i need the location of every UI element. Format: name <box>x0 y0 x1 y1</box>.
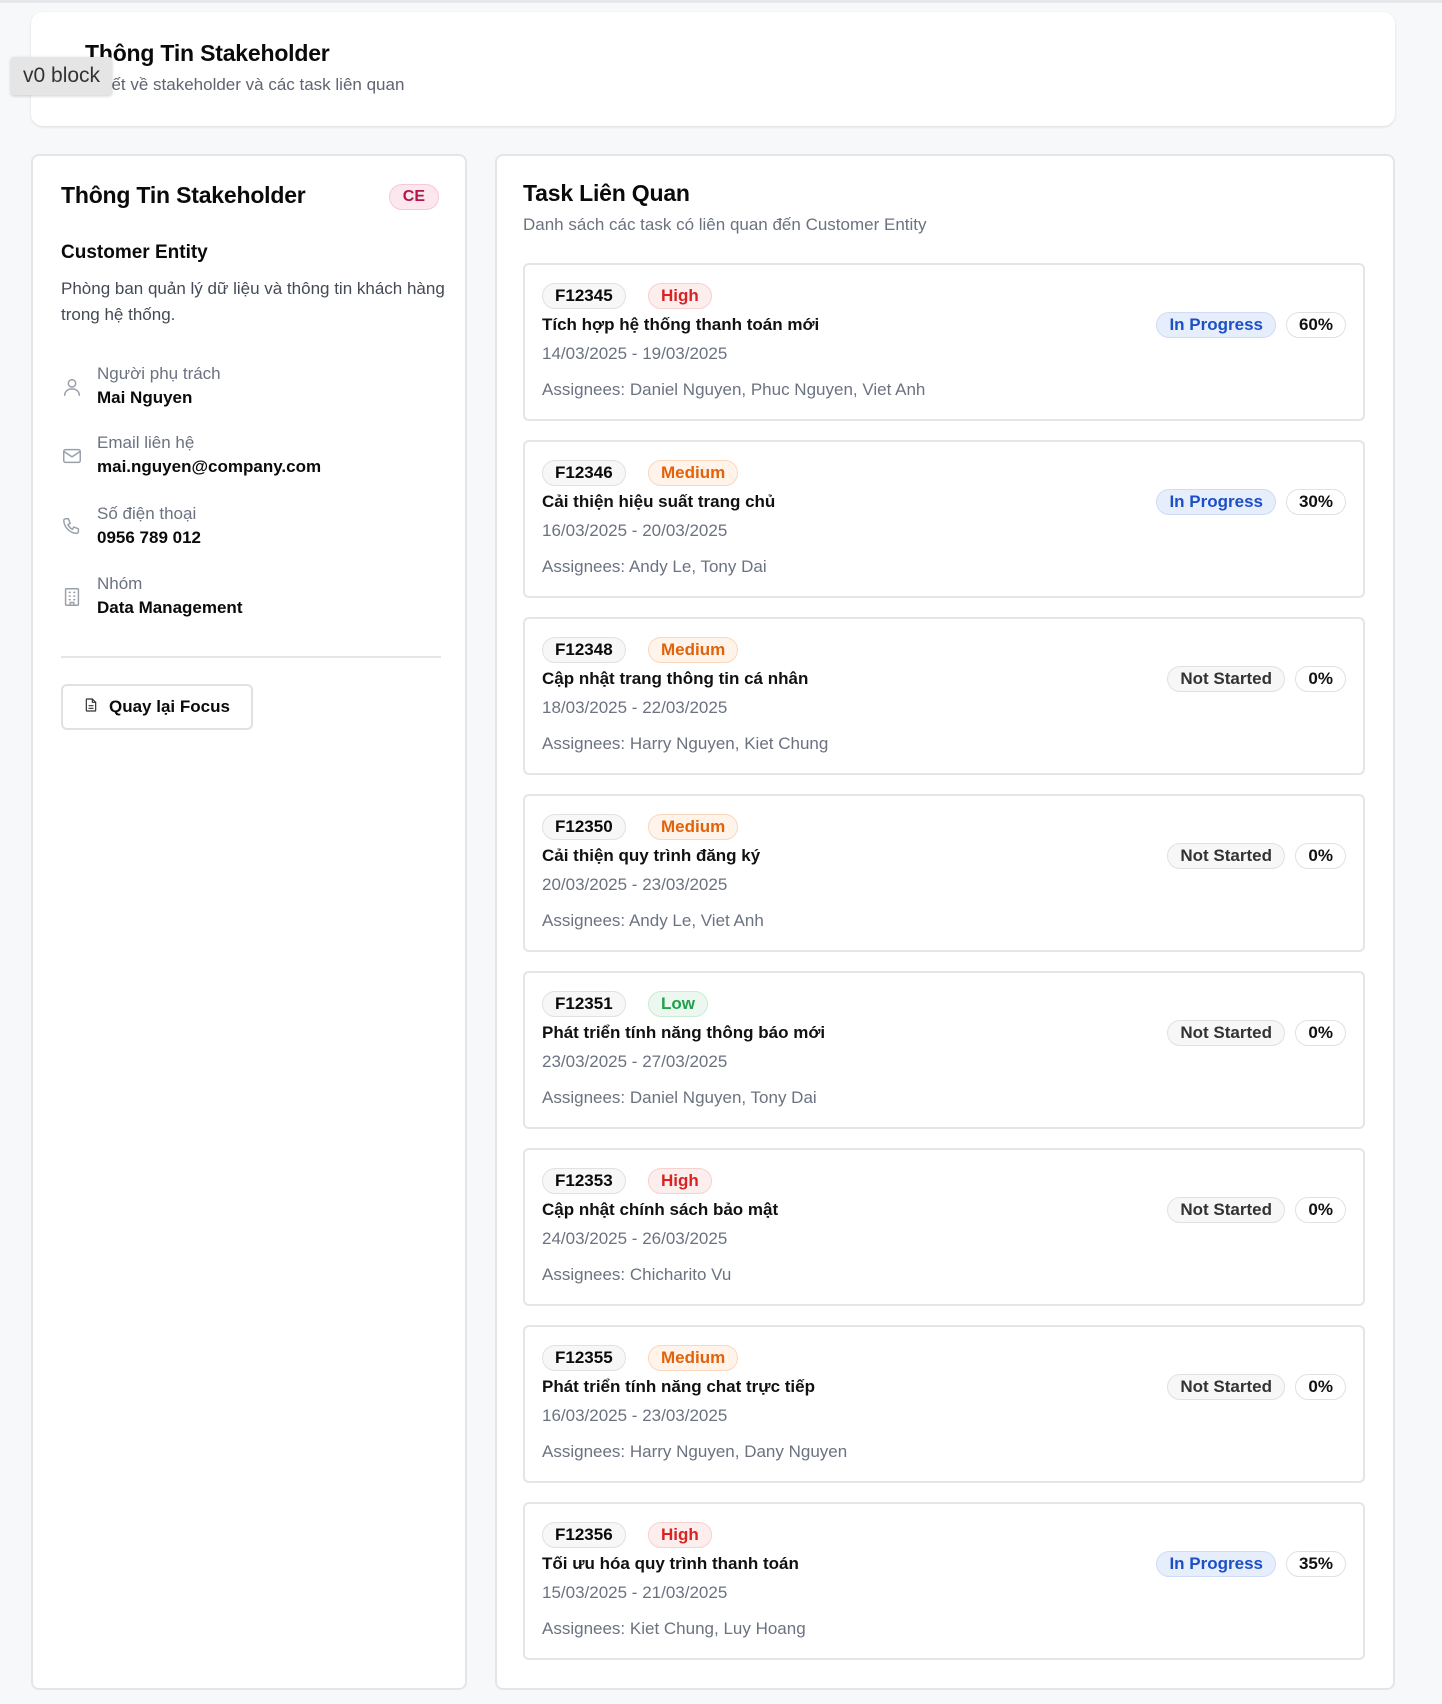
task-name: Tích hợp hệ thống thanh toán mới <box>542 315 820 334</box>
stakeholder-card: Thông Tin Stakeholder CE Customer Entity… <box>31 154 467 1690</box>
page-title: Thông Tin Stakeholder <box>85 40 330 66</box>
info-value: Data Management <box>97 598 243 617</box>
task-assignees: Assignees: Kiet Chung, Luy Hoang <box>542 1619 806 1638</box>
task-id-badge: F12345 <box>542 283 626 309</box>
task-assignees: Assignees: Daniel Nguyen, Phuc Nguyen, V… <box>542 380 926 399</box>
info-label: Người phụ trách <box>97 364 221 383</box>
priority-badge: High <box>648 283 712 309</box>
task-id-badge: F12346 <box>542 460 626 486</box>
task-card[interactable]: F12353 High Cập nhật chính sách bảo mật … <box>523 1148 1365 1306</box>
task-dates: 18/03/2025 - 22/03/2025 <box>542 698 728 717</box>
task-card[interactable]: F12345 High Tích hợp hệ thống thanh toán… <box>523 263 1365 421</box>
info-value[interactable]: mai.nguyen@company.com <box>97 457 321 477</box>
task-card[interactable]: F12350 Medium Cải thiện quy trình đăng k… <box>523 794 1365 952</box>
info-row-email: Email liên hệ mai.nguyen@company.com <box>61 433 441 481</box>
info-row-owner: Người phụ trách Mai Nguyen <box>61 364 441 412</box>
tasks-title: Task Liên Quan <box>523 180 690 206</box>
document-icon <box>83 697 99 718</box>
priority-badge: Medium <box>648 814 739 840</box>
priority-badge: High <box>648 1522 712 1548</box>
mail-icon <box>61 445 83 467</box>
task-id-badge: F12351 <box>542 991 626 1017</box>
status-badge: In Progress <box>1156 312 1276 338</box>
stakeholder-description: Phòng ban quản lý dữ liệu và thông tin k… <box>61 279 445 324</box>
task-assignees: Assignees: Chicharito Vu <box>542 1265 732 1284</box>
task-name: Cải thiện quy trình đăng ký <box>542 846 761 865</box>
page-header <box>31 12 1395 126</box>
progress-badge: 0% <box>1295 1020 1346 1046</box>
info-label: Nhóm <box>97 574 143 593</box>
phone-icon <box>61 516 83 538</box>
progress-badge: 0% <box>1295 1374 1346 1400</box>
progress-badge: 0% <box>1295 843 1346 869</box>
task-dates: 23/03/2025 - 27/03/2025 <box>542 1052 728 1071</box>
task-id-badge: F12353 <box>542 1168 626 1194</box>
status-badge: Not Started <box>1167 1020 1285 1046</box>
status-badge: Not Started <box>1167 1374 1285 1400</box>
building-icon <box>61 586 83 608</box>
task-dates: 15/03/2025 - 21/03/2025 <box>542 1583 728 1602</box>
user-icon <box>61 376 83 398</box>
page-subtitle: hi tiết về stakeholder và các task liên … <box>85 75 405 94</box>
priority-badge: Low <box>648 991 708 1017</box>
task-dates: 20/03/2025 - 23/03/2025 <box>542 875 728 894</box>
stakeholder-card-title: Thông Tin Stakeholder <box>61 182 306 208</box>
priority-badge: Medium <box>648 460 739 486</box>
status-badge: Not Started <box>1167 1197 1285 1223</box>
status-badge: In Progress <box>1156 489 1276 515</box>
task-id-badge: F12356 <box>542 1522 626 1548</box>
priority-badge: Medium <box>648 637 739 663</box>
back-to-focus-button[interactable]: Quay lại Focus <box>61 684 253 730</box>
task-name: Phát triển tính năng chat trực tiếp <box>542 1377 815 1396</box>
task-card[interactable]: F12356 High Tối ưu hóa quy trình thanh t… <box>523 1502 1365 1660</box>
tasks-subtitle: Danh sách các task có liên quan đến Cust… <box>523 215 927 234</box>
priority-badge: High <box>648 1168 712 1194</box>
tasks-card: Task Liên Quan Danh sách các task có liê… <box>495 154 1395 1690</box>
status-badge: In Progress <box>1156 1551 1276 1577</box>
task-id-badge: F12348 <box>542 637 626 663</box>
info-row-phone: Số điện thoại 0956 789 012 <box>61 504 441 552</box>
stakeholder-name: Customer Entity <box>61 242 208 263</box>
task-card[interactable]: F12351 Low Phát triển tính năng thông bá… <box>523 971 1365 1129</box>
status-badge: Not Started <box>1167 843 1285 869</box>
task-card[interactable]: F12355 Medium Phát triển tính năng chat … <box>523 1325 1365 1483</box>
info-value: 0956 789 012 <box>97 528 201 547</box>
task-assignees: Assignees: Harry Nguyen, Dany Nguyen <box>542 1442 848 1461</box>
task-assignees: Assignees: Andy Le, Tony Dai <box>542 557 767 576</box>
progress-badge: 0% <box>1295 1197 1346 1223</box>
task-dates: 16/03/2025 - 20/03/2025 <box>542 521 728 540</box>
task-assignees: Assignees: Harry Nguyen, Kiet Chung <box>542 734 829 753</box>
status-badge: Not Started <box>1167 666 1285 692</box>
priority-badge: Medium <box>648 1345 739 1371</box>
top-border <box>0 0 1442 3</box>
info-label: Số điện thoại <box>97 504 197 523</box>
progress-badge: 0% <box>1295 666 1346 692</box>
divider <box>61 656 441 658</box>
task-name: Cập nhật chính sách bảo mật <box>542 1200 779 1219</box>
info-row-group: Nhóm Data Management <box>61 574 441 622</box>
back-button-label: Quay lại Focus <box>109 697 230 716</box>
task-name: Tối ưu hóa quy trình thanh toán <box>542 1554 799 1573</box>
task-card[interactable]: F12348 Medium Cập nhật trang thông tin c… <box>523 617 1365 775</box>
info-value: Mai Nguyen <box>97 388 193 407</box>
progress-badge: 35% <box>1285 1551 1346 1577</box>
task-assignees: Assignees: Andy Le, Viet Anh <box>542 911 764 930</box>
task-id-badge: F12350 <box>542 814 626 840</box>
task-id-badge: F12355 <box>542 1345 626 1371</box>
task-dates: 14/03/2025 - 19/03/2025 <box>542 344 728 363</box>
task-assignees: Assignees: Daniel Nguyen, Tony Dai <box>542 1088 817 1107</box>
v0-block-badge[interactable]: v0 block <box>11 57 113 95</box>
task-name: Cập nhật trang thông tin cá nhân <box>542 669 809 688</box>
task-card[interactable]: F12346 Medium Cải thiện hiệu suất trang … <box>523 440 1365 598</box>
task-dates: 16/03/2025 - 23/03/2025 <box>542 1406 728 1425</box>
progress-badge: 60% <box>1285 312 1346 338</box>
progress-badge: 30% <box>1285 489 1346 515</box>
task-name: Phát triển tính năng thông báo mới <box>542 1023 826 1042</box>
task-dates: 24/03/2025 - 26/03/2025 <box>542 1229 728 1248</box>
task-name: Cải thiện hiệu suất trang chủ <box>542 492 776 511</box>
info-label: Email liên hệ <box>97 433 195 452</box>
stakeholder-code-badge: CE <box>388 184 439 210</box>
